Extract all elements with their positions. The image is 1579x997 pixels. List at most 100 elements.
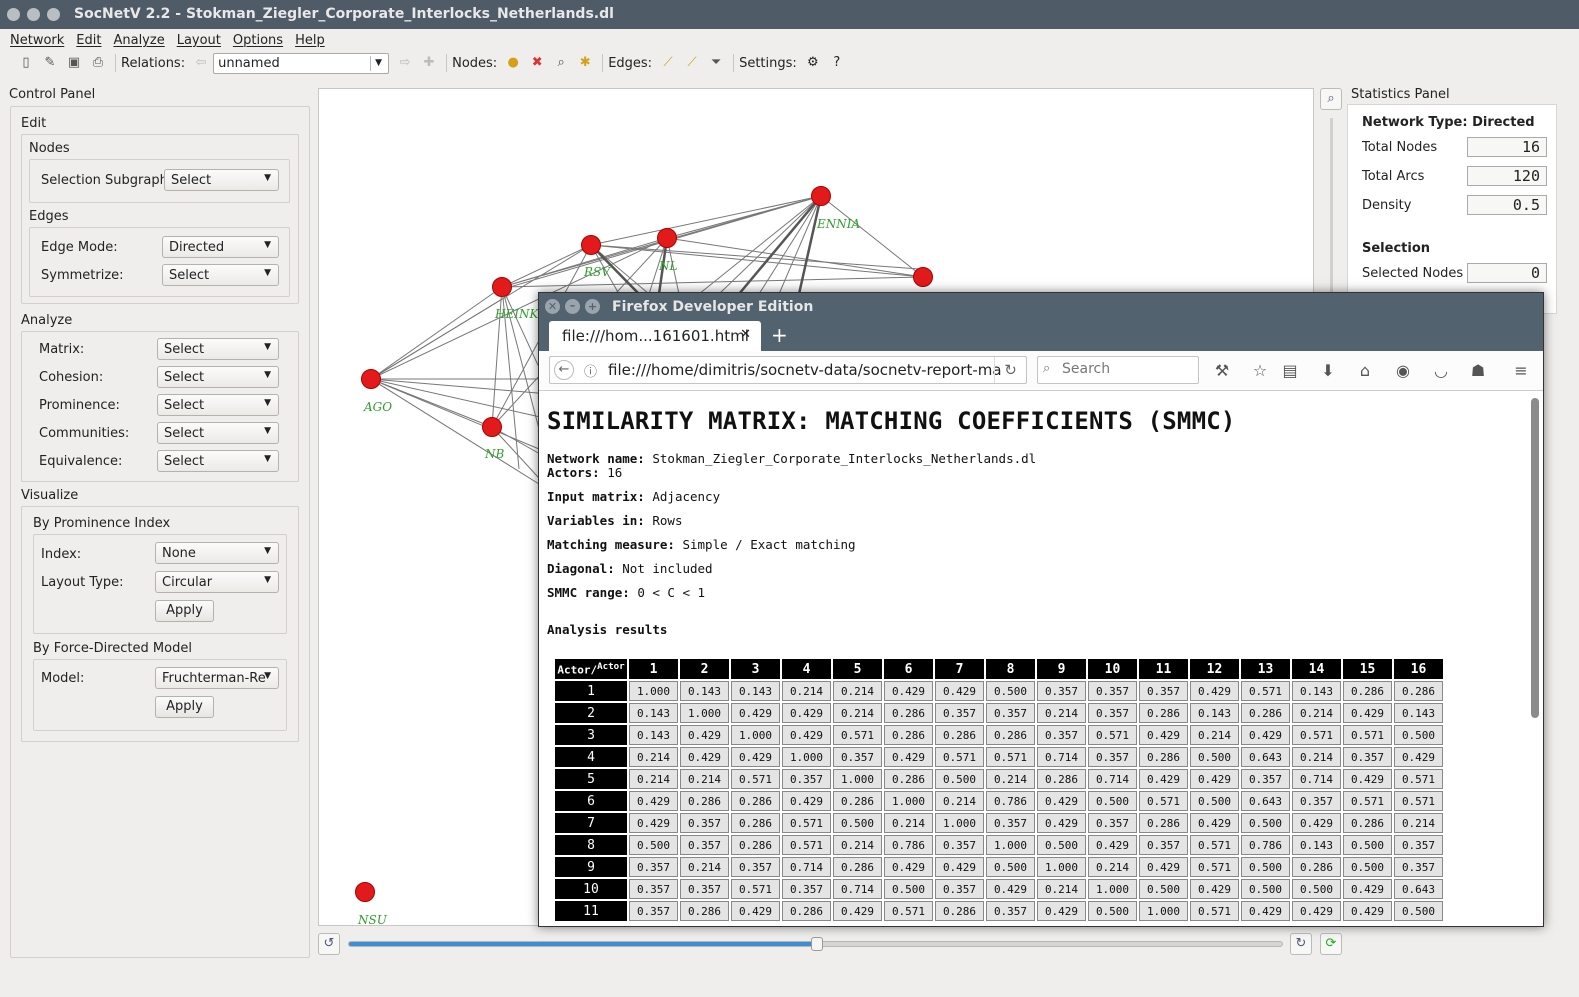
zoom-in-icon[interactable]: ⌕ — [1320, 88, 1342, 110]
download-icon[interactable]: ⬇ — [1317, 360, 1339, 382]
extension-icon[interactable]: ☗ — [1467, 360, 1489, 382]
menu-network[interactable]: Network — [4, 33, 70, 48]
selection-subgraph-select[interactable]: Select ▼ — [164, 169, 279, 191]
graph-node[interactable] — [492, 277, 512, 297]
wrench-icon[interactable]: ⚒ — [1211, 360, 1233, 382]
matrix-cell: 0.429 — [1343, 769, 1392, 789]
matrix-cell: 0.357 — [1292, 791, 1341, 811]
minimize-icon[interactable]: – — [565, 299, 580, 314]
matrix-cell: 0.429 — [629, 813, 678, 833]
menu-help[interactable]: Help — [289, 33, 331, 48]
matrix-cell: 0.357 — [1088, 681, 1137, 701]
next-relation-icon[interactable]: ⇨ — [397, 55, 413, 71]
rotate-left-icon[interactable]: ↺ — [318, 933, 340, 955]
pocket-icon[interactable]: ◡ — [1430, 360, 1452, 382]
index-select[interactable]: None ▼ — [155, 542, 279, 564]
search-bar[interactable]: ⌕ Search — [1037, 356, 1199, 384]
matrix-cell: 0.429 — [1241, 901, 1290, 921]
url-bar[interactable]: ← ⓘ file:///home/dimitris/socnetv-data/s… — [549, 356, 1027, 384]
remove-edge-icon[interactable]: ⟋ — [684, 55, 700, 71]
graph-node[interactable] — [811, 186, 831, 206]
page-scrollbar[interactable] — [1531, 398, 1539, 718]
maximize-icon[interactable]: + — [585, 299, 600, 314]
settings-label: Settings: — [739, 55, 797, 71]
home-icon[interactable]: ⌂ — [1354, 360, 1376, 382]
communities-select[interactable]: Select ▼ — [157, 422, 279, 444]
edge-mode-select[interactable]: Directed ▼ — [162, 236, 279, 258]
new-file-icon[interactable]: ▯ — [18, 55, 34, 71]
model-select[interactable]: Fruchterman-Re ▼ — [155, 667, 279, 689]
matrix-cell: 0.357 — [935, 879, 984, 899]
matrix-cell: 0.429 — [986, 879, 1035, 899]
new-tab-icon[interactable]: + — [771, 323, 788, 347]
matrix-cell: 0.286 — [935, 901, 984, 921]
close-tab-icon[interactable]: ✕ — [740, 327, 751, 342]
back-icon[interactable]: ← — [554, 360, 574, 380]
reload-icon[interactable]: ↻ — [994, 357, 1026, 383]
matrix-cell: 0.571 — [1139, 791, 1188, 811]
print-icon[interactable]: ⎙ — [90, 55, 106, 71]
matrix-select[interactable]: Select ▼ — [157, 338, 279, 360]
layout-type-select[interactable]: Circular ▼ — [155, 571, 279, 593]
menu-options[interactable]: Options — [227, 33, 289, 48]
bookmark-star-icon[interactable]: ☆ — [1249, 360, 1271, 382]
zoom-slider[interactable] — [1330, 118, 1333, 298]
diagonal-value: Not included — [622, 561, 713, 576]
whats-this-help-icon[interactable]: ? — [829, 55, 845, 71]
slider-handle[interactable] — [811, 937, 823, 951]
chevron-down-icon: ▼ — [264, 671, 271, 681]
graph-node[interactable] — [913, 267, 933, 287]
open-file-icon[interactable]: ✎ — [42, 55, 58, 71]
relation-combo[interactable]: unnamed ▼ — [213, 52, 390, 74]
matrix-column-header: 9 — [1037, 659, 1086, 679]
matrix-cell: 0.429 — [1139, 769, 1188, 789]
add-node-icon[interactable]: ● — [505, 55, 521, 71]
browser-tab[interactable]: file:///hom...161601.html ✕ — [549, 321, 761, 351]
sync-icon[interactable]: ◉ — [1392, 360, 1414, 382]
analysis-results-title: Analysis results — [547, 622, 668, 637]
add-edge-icon[interactable]: ⟋ — [660, 55, 676, 71]
graph-node[interactable] — [482, 417, 502, 437]
find-node-icon[interactable]: ⌕ — [553, 55, 569, 71]
info-icon[interactable]: ⓘ — [584, 361, 597, 380]
settings-gear-icon[interactable]: ⚙ — [805, 55, 821, 71]
menu-layout[interactable]: Layout — [171, 33, 227, 48]
reading-list-icon[interactable]: ▤ — [1279, 360, 1301, 382]
apply-prominence-button[interactable]: Apply — [155, 600, 214, 622]
add-relation-icon[interactable]: ✚ — [421, 55, 437, 71]
reset-rotation-icon[interactable]: ⟳ — [1320, 933, 1342, 955]
graph-node[interactable] — [581, 235, 601, 255]
cohesion-select[interactable]: Select ▼ — [157, 366, 279, 388]
graph-node[interactable] — [361, 369, 381, 389]
remove-node-icon[interactable]: ✖ — [529, 55, 545, 71]
menu-edit[interactable]: Edit — [70, 33, 107, 48]
graph-node[interactable] — [355, 882, 375, 902]
matrix-cell: 1.000 — [731, 725, 780, 745]
prominence-label: Prominence: — [39, 398, 120, 413]
matrix-cell: 0.357 — [833, 747, 882, 767]
maximize-window-icon[interactable] — [47, 8, 60, 21]
hamburger-menu-icon[interactable]: ≡ — [1510, 360, 1532, 382]
save-icon[interactable]: ▣ — [66, 55, 82, 71]
graph-node[interactable] — [657, 228, 677, 248]
apply-force-button[interactable]: Apply — [155, 696, 214, 718]
matrix-cell: 0.500 — [935, 769, 984, 789]
rotate-right-icon[interactable]: ↻ — [1290, 933, 1312, 955]
symmetrize-select[interactable]: Select ▼ — [162, 264, 279, 286]
matrix-cell: 0.429 — [1139, 857, 1188, 877]
minimize-window-icon[interactable] — [27, 8, 40, 21]
filter-edges-icon[interactable]: ⏷ — [708, 55, 724, 71]
matrix-cell: 0.286 — [1343, 813, 1392, 833]
close-window-icon[interactable] — [7, 8, 20, 21]
prev-relation-icon[interactable]: ⇦ — [193, 55, 209, 71]
matrix-cell: 0.286 — [1394, 681, 1443, 701]
node-properties-icon[interactable]: ✱ — [577, 55, 593, 71]
close-icon[interactable]: ✕ — [545, 299, 560, 314]
symmetrize-label: Symmetrize: — [41, 268, 124, 283]
rotation-slider[interactable] — [348, 937, 1283, 951]
matrix-cell: 0.500 — [1241, 879, 1290, 899]
toolbar: ▯ ✎ ▣ ⎙ Relations: ⇦ unnamed ▼ ⇨ ✚ Nodes… — [0, 51, 1579, 75]
prominence-select[interactable]: Select ▼ — [157, 394, 279, 416]
equivalence-select[interactable]: Select ▼ — [157, 450, 279, 472]
menu-analyze[interactable]: Analyze — [107, 33, 170, 48]
